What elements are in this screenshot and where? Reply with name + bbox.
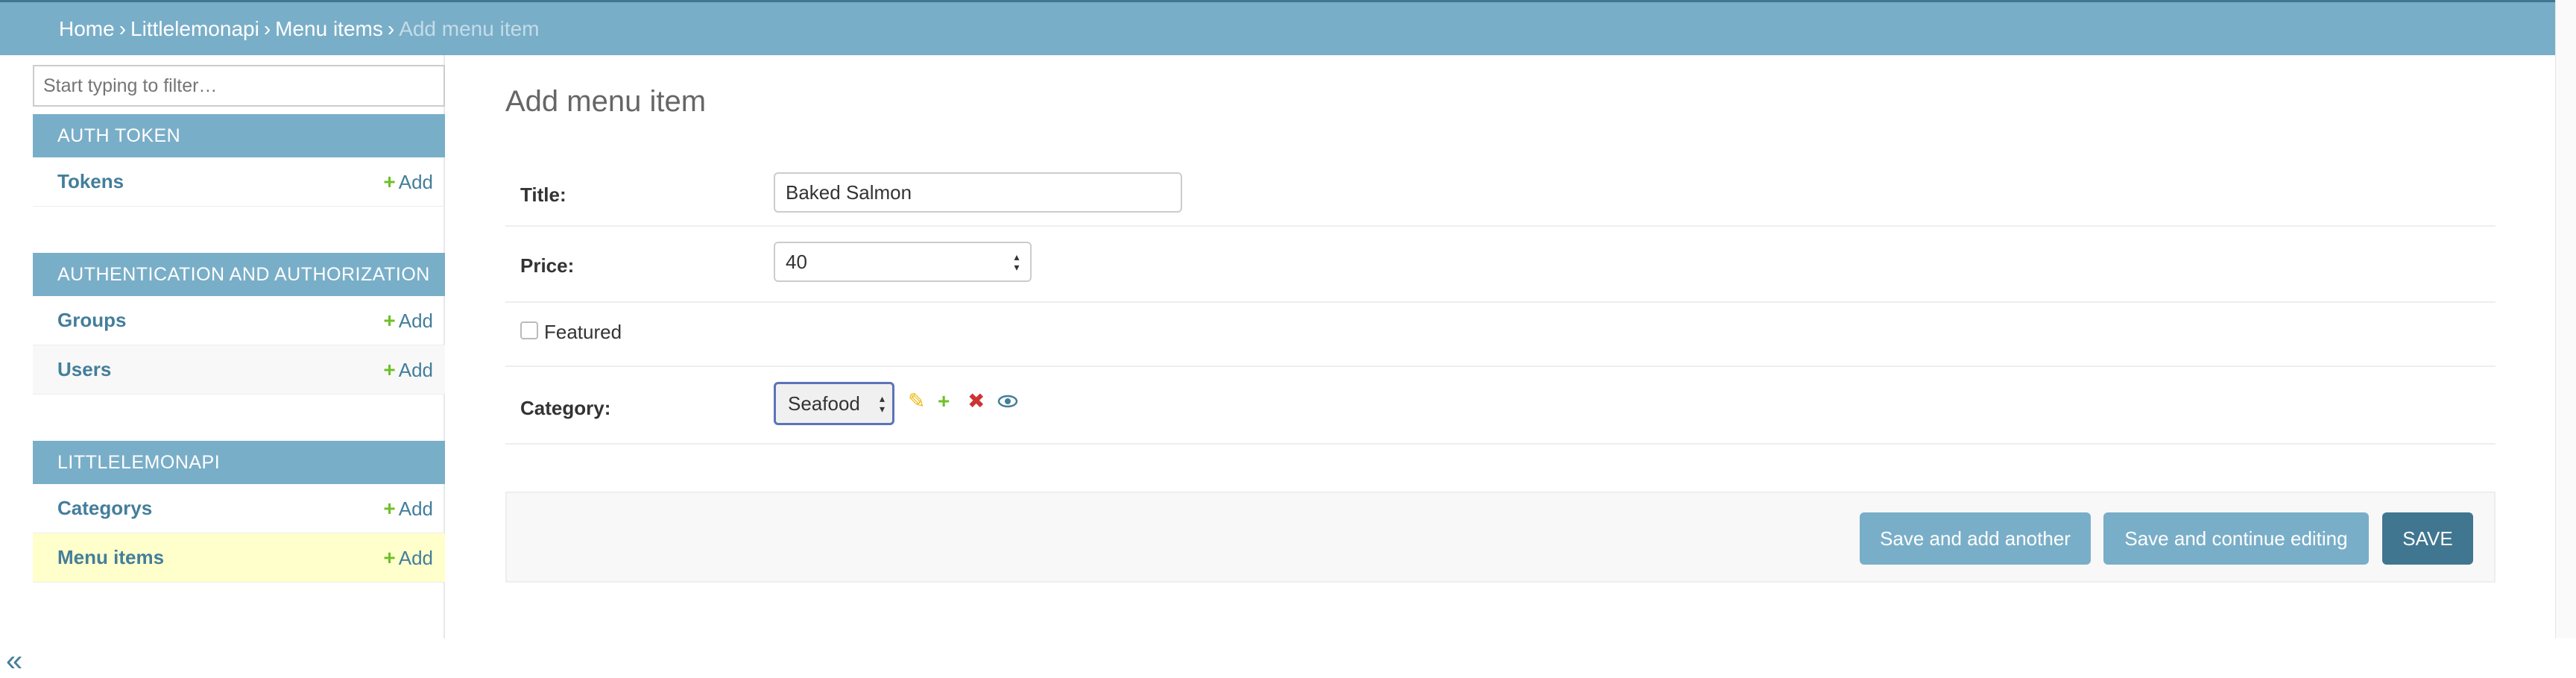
sidebar-item-label[interactable]: Users: [57, 358, 111, 381]
sidebar-item-categorys: Categorys + Add: [33, 484, 445, 533]
module-littlelemonapi: LITTLELEMONAPI Categorys + Add Menu items…: [33, 441, 445, 583]
add-menu-items-link[interactable]: + Add: [383, 546, 433, 570]
module-caption[interactable]: AUTHENTICATION AND AUTHORIZATION: [33, 253, 445, 296]
featured-checkbox[interactable]: [520, 321, 538, 339]
sidebar-item-label[interactable]: Tokens: [57, 170, 124, 193]
module-caption[interactable]: LITTLELEMONAPI: [33, 441, 445, 484]
breadcrumb-app[interactable]: Littlelemonapi: [130, 17, 259, 41]
plus-icon: +: [383, 308, 396, 332]
delete-icon[interactable]: ✖: [967, 391, 985, 412]
save-and-continue-editing-button[interactable]: Save and continue editing: [2103, 512, 2369, 565]
sidebar-item-groups: Groups + Add: [33, 296, 445, 345]
category-selected-value: Seafood: [788, 392, 860, 415]
plus-icon: +: [383, 169, 396, 193]
category-label: Category:: [520, 397, 611, 419]
featured-label[interactable]: Featured: [544, 321, 622, 344]
breadcrumb-home[interactable]: Home: [59, 17, 115, 41]
form-row-featured: Featured: [505, 303, 2496, 367]
price-label: Price:: [520, 254, 575, 277]
nav-sidebar: AUTH TOKEN Tokens +Add AUTHENTICATION AN…: [0, 55, 445, 677]
collapse-sidebar-icon[interactable]: «: [6, 644, 22, 678]
save-button[interactable]: SAVE: [2382, 512, 2473, 565]
add-categorys-link[interactable]: + Add: [383, 497, 433, 521]
form-row-price: Price: 40 ▴ ▾: [505, 227, 2496, 303]
form-row-category: Category: Seafood ▴ ▾ ✎ + ✖: [505, 367, 2496, 445]
breadcrumb-separator: ›: [263, 16, 271, 40]
title-label: Title:: [520, 183, 566, 206]
page-title: Add menu item: [505, 85, 707, 118]
module-auth-token: AUTH TOKEN Tokens + Add: [33, 114, 445, 207]
sidebar-item-users: Users + Add: [33, 345, 445, 395]
add-tokens-link[interactable]: + Add: [383, 170, 433, 194]
sidebar-item-tokens: Tokens + Add: [33, 157, 445, 207]
scrollbar[interactable]: [2555, 0, 2576, 638]
sidebar-item-label[interactable]: Menu items: [57, 546, 164, 569]
plus-icon: +: [383, 545, 396, 569]
add-users-link[interactable]: + Add: [383, 358, 433, 382]
form-row-title: Title: Baked Salmon: [505, 160, 2496, 227]
plus-icon[interactable]: +: [938, 391, 950, 412]
title-input[interactable]: Baked Salmon: [774, 172, 1182, 213]
add-label: Add: [398, 309, 433, 332]
breadcrumb-separator: ›: [119, 16, 127, 40]
module-caption[interactable]: AUTH TOKEN: [33, 114, 445, 157]
sidebar-item-menu-items: Menu items + Add: [33, 533, 445, 583]
breadcrumb-model[interactable]: Menu items: [275, 17, 383, 41]
breadcrumb-separator: ›: [387, 16, 395, 40]
submit-row: Save and add another Save and continue e…: [505, 492, 2496, 583]
breadcrumb: Home › Littlelemonapi › Menu items › Add…: [0, 0, 2555, 55]
add-label: Add: [398, 497, 433, 520]
breadcrumb-current: Add menu item: [399, 16, 540, 40]
add-label: Add: [398, 170, 433, 193]
number-stepper-icon[interactable]: ▴ ▾: [1012, 251, 1021, 272]
title-value: Baked Salmon: [786, 181, 912, 204]
category-select[interactable]: Seafood ▴ ▾: [774, 382, 894, 425]
plus-icon: +: [383, 496, 396, 520]
sidebar-item-label[interactable]: Categorys: [57, 497, 152, 520]
add-label: Add: [398, 358, 433, 381]
sidebar-item-label[interactable]: Groups: [57, 309, 126, 332]
module-authentication: AUTHENTICATION AND AUTHORIZATION Groups …: [33, 253, 445, 395]
pencil-icon[interactable]: ✎: [908, 391, 925, 412]
eye-icon-graphic: [997, 395, 1018, 408]
sidebar-filter-input[interactable]: [33, 65, 445, 107]
price-input[interactable]: 40 ▴ ▾: [774, 242, 1032, 282]
eye-icon[interactable]: [997, 392, 1018, 414]
plus-icon: +: [383, 357, 396, 381]
save-and-add-another-button[interactable]: Save and add another: [1860, 512, 2091, 565]
price-value: 40: [786, 250, 807, 273]
add-groups-link[interactable]: + Add: [383, 309, 433, 333]
select-arrows-icon: ▴ ▾: [879, 392, 885, 415]
add-label: Add: [398, 546, 433, 569]
